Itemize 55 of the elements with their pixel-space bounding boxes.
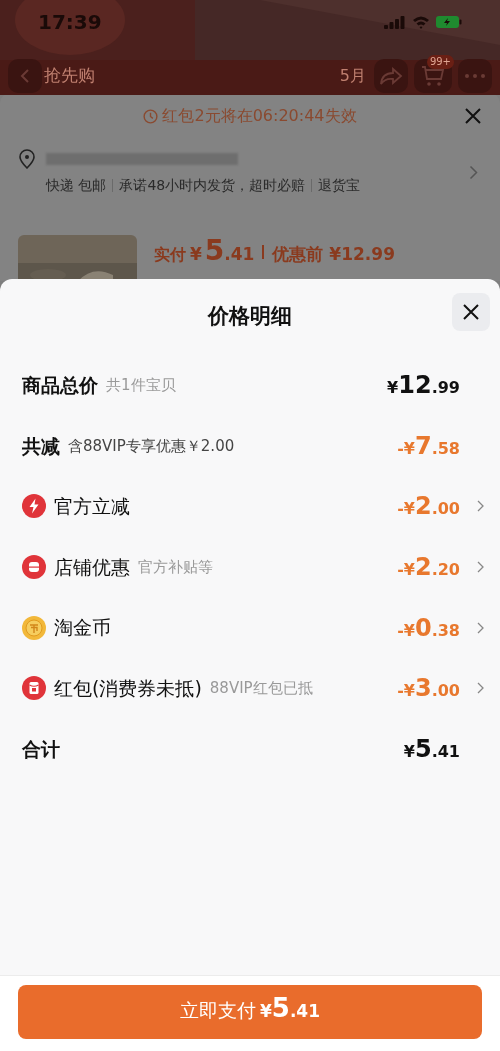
row-amount: -¥2.20 <box>397 552 460 584</box>
close-icon <box>462 303 480 321</box>
row-label: 红包(消费券未抵) <box>54 676 202 701</box>
paid-label: 实付 <box>154 243 186 266</box>
service-tag: 快递 包邮 <box>46 175 107 196</box>
share-button[interactable] <box>374 59 408 93</box>
coin-icon <box>22 615 46 640</box>
more-button[interactable] <box>458 59 492 93</box>
back-button[interactable] <box>8 59 42 93</box>
row-note: 共1件宝贝 <box>106 375 176 397</box>
status-time: 17:39 <box>38 9 102 36</box>
row-label: 合计 <box>22 736 60 762</box>
lightning-icon <box>22 494 46 519</box>
shop-icon <box>22 555 46 580</box>
date-text: 5月 <box>339 65 366 87</box>
row-label: 店铺优惠 <box>54 554 130 580</box>
wifi-icon <box>412 15 430 29</box>
close-icon <box>464 107 482 125</box>
row-label: 共减 <box>22 433 60 459</box>
pay-button[interactable]: 立即支付 ¥5.41 <box>18 985 482 1039</box>
row-label: 淘金币 <box>54 615 111 641</box>
row-amount: -¥7.58 <box>397 430 460 462</box>
service-tag: 承诺48小时内发货，超时必赔 <box>119 175 306 196</box>
row-note: 含88VIP专享优惠￥2.00 <box>68 435 235 457</box>
row-amount: ¥5.41 <box>403 733 460 765</box>
service-tag: 退货宝 <box>318 175 361 196</box>
paid-price: ¥5.41 <box>190 236 255 267</box>
row-label: 商品总价 <box>22 373 98 399</box>
page-title: 抢先购 <box>44 64 95 88</box>
location-icon <box>18 149 36 169</box>
more-icon <box>465 74 485 78</box>
chevron-right-icon <box>477 561 484 574</box>
close-button[interactable] <box>452 293 490 331</box>
row-amount: ¥12.99 <box>387 370 460 402</box>
chevron-right-icon <box>477 500 484 513</box>
battery-icon <box>436 15 462 29</box>
chevron-right-icon <box>469 165 478 180</box>
chevron-right-icon <box>477 682 484 695</box>
chevron-right-icon <box>477 621 484 634</box>
cart-badge: 99+ <box>426 55 454 69</box>
row-amount: -¥3.00 <box>397 673 460 705</box>
row-amount: -¥0.38 <box>397 612 460 644</box>
sheet-title: 价格明细 <box>208 303 292 331</box>
row-amount: -¥2.00 <box>397 491 460 523</box>
cart-icon <box>421 65 445 87</box>
clock-icon <box>143 108 159 124</box>
share-icon <box>379 67 403 85</box>
row-note: 88VIP红包已抵 <box>209 678 313 699</box>
countdown-text: 红包2元将在06:20:44失效 <box>162 105 357 127</box>
signal-icon <box>384 15 406 29</box>
original-price: 优惠前 ¥12.99 <box>272 242 395 266</box>
row-note: 官方补贴等 <box>138 556 213 578</box>
row-label: 官方立减 <box>54 494 130 520</box>
envelope-icon <box>22 676 46 701</box>
back-icon <box>20 68 30 84</box>
